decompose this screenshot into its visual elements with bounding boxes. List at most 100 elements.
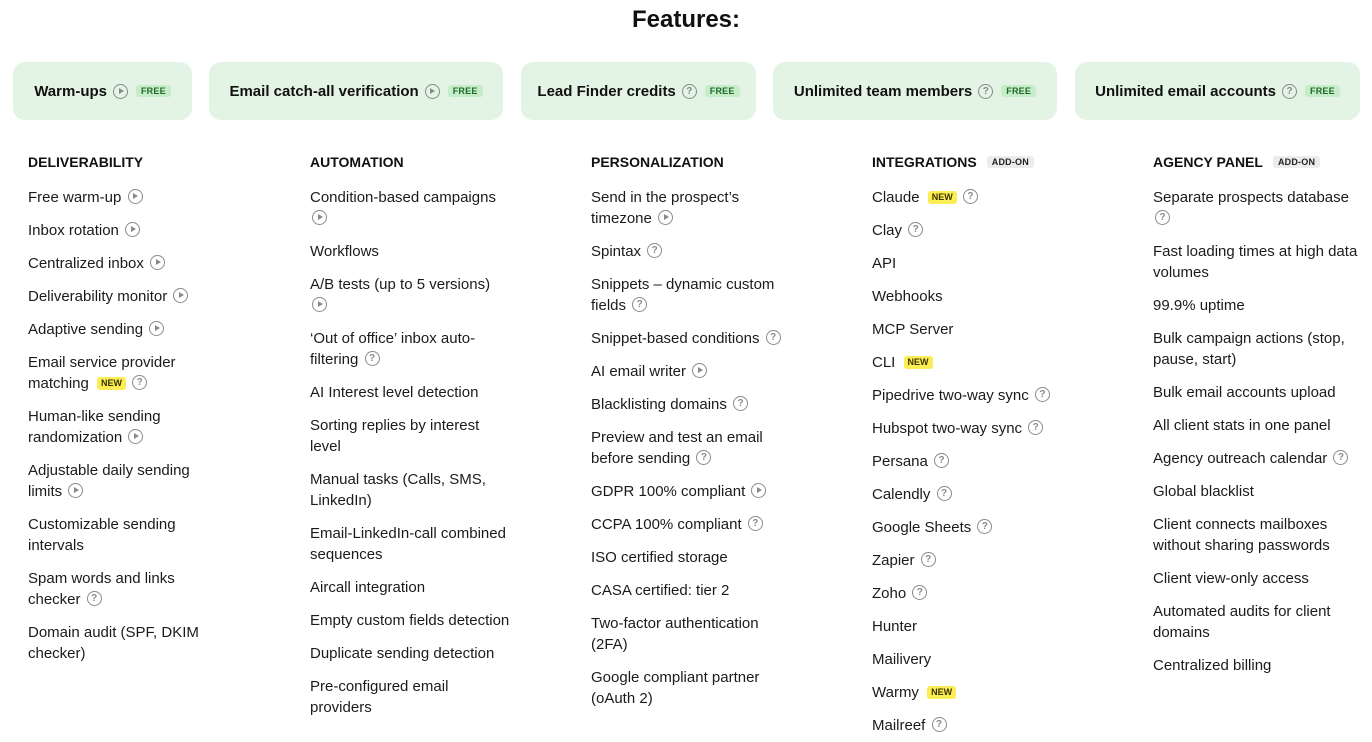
feature-item: Blacklisting domains xyxy=(591,394,791,415)
feature-item: MCP Server xyxy=(872,321,954,338)
feature-item: A/B tests (up to 5 versions) xyxy=(310,274,510,316)
feature-list: Claude NEW Clay API Webhooks MCP Server … xyxy=(872,187,1077,736)
help-icon[interactable] xyxy=(681,83,697,99)
feature-item: Aircall integration xyxy=(310,579,426,596)
free-badge: FREE xyxy=(704,85,740,97)
help-icon[interactable] xyxy=(908,222,924,237)
feature-item: Webhooks xyxy=(872,288,943,305)
feature-item: API xyxy=(872,255,897,272)
pill-unlimited-email-accounts[interactable]: Unlimited email accounts FREE xyxy=(1075,62,1360,120)
feature-item: AI Interest level detection xyxy=(310,384,479,401)
help-icon[interactable] xyxy=(931,717,947,732)
feature-item: Separate prospects database xyxy=(1153,187,1365,229)
help-icon[interactable] xyxy=(86,591,102,606)
help-icon[interactable] xyxy=(765,330,781,345)
column-automation: AUTOMATION Condition-based campaigns Wor… xyxy=(310,154,510,730)
column-heading: AUTOMATION xyxy=(310,154,404,170)
pill-label: Warm-ups xyxy=(34,82,107,100)
help-icon[interactable] xyxy=(934,453,950,468)
help-icon[interactable] xyxy=(696,450,712,465)
feature-item: Snippet-based conditions xyxy=(591,328,791,349)
help-icon[interactable] xyxy=(962,189,978,204)
play-icon[interactable] xyxy=(149,321,165,336)
feature-item: Sorting replies by interest level xyxy=(310,417,480,455)
play-icon[interactable] xyxy=(127,189,143,204)
column-deliverability: DELIVERABILITY Free warm-up Inbox rotati… xyxy=(28,154,213,676)
pill-label: Unlimited email accounts xyxy=(1095,82,1277,100)
help-icon[interactable] xyxy=(1333,450,1349,465)
feature-item: ISO certified storage xyxy=(591,549,728,566)
help-icon[interactable] xyxy=(978,83,994,99)
feature-item: Bulk email accounts upload xyxy=(1153,384,1336,401)
help-icon[interactable] xyxy=(132,375,148,390)
help-icon[interactable] xyxy=(977,519,993,534)
feature-item: Automated audits for client domains xyxy=(1153,603,1331,641)
column-heading: PERSONALIZATION xyxy=(591,154,724,170)
feature-item: Adaptive sending xyxy=(28,319,213,340)
feature-item: Duplicate sending detection xyxy=(310,645,495,662)
feature-item: Client view-only access xyxy=(1153,570,1309,587)
feature-item: Snippets – dynamic custom fields xyxy=(591,274,791,316)
feature-item: Centralized billing xyxy=(1153,657,1272,674)
play-icon[interactable] xyxy=(312,297,327,312)
play-icon[interactable] xyxy=(125,222,141,237)
help-icon[interactable] xyxy=(936,486,952,501)
column-heading: DELIVERABILITY xyxy=(28,154,144,170)
feature-item: Customizable sending intervals xyxy=(28,516,176,554)
play-icon[interactable] xyxy=(751,483,767,498)
feature-item: Clay xyxy=(872,220,1077,241)
help-icon[interactable] xyxy=(747,516,763,531)
new-badge: NEW xyxy=(97,377,127,390)
feature-item: Spintax xyxy=(591,241,791,262)
help-icon[interactable] xyxy=(1155,210,1170,225)
feature-item: Deliverability monitor xyxy=(28,286,213,307)
pill-unlimited-team-members[interactable]: Unlimited team members FREE xyxy=(773,62,1057,120)
feature-item: Human-like sending randomization xyxy=(28,408,161,446)
feature-item: GDPR 100% compliant xyxy=(591,481,791,502)
feature-item: Manual tasks (Calls, SMS, LinkedIn) xyxy=(310,471,486,509)
feature-item: Mailivery xyxy=(872,651,932,668)
pill-lead-finder-credits[interactable]: Lead Finder credits FREE xyxy=(521,62,756,120)
play-icon[interactable] xyxy=(68,483,84,498)
feature-item: Domain audit (SPF, DKIM checker) xyxy=(28,624,199,662)
help-icon[interactable] xyxy=(647,243,663,258)
add-on-badge: ADD-ON xyxy=(986,156,1034,168)
feature-item: Pipedrive two-way sync xyxy=(872,385,1077,406)
feature-item: Inbox rotation xyxy=(28,220,213,241)
column-heading: AGENCY PANEL ADD-ON xyxy=(1153,154,1365,170)
play-icon[interactable] xyxy=(312,210,327,225)
help-icon[interactable] xyxy=(920,552,936,567)
feature-item: Centralized inbox xyxy=(28,253,213,274)
feature-item: Spam words and links checker xyxy=(28,568,213,610)
feature-item: Email-LinkedIn-call combined sequences xyxy=(310,525,506,563)
pill-warm-ups[interactable]: Warm-ups FREE xyxy=(13,62,192,120)
help-icon[interactable] xyxy=(1028,420,1044,435)
feature-item: CASA certified: tier 2 xyxy=(591,582,730,599)
feature-item: Mailreef xyxy=(872,715,1077,736)
feature-item: 99.9% uptime xyxy=(1153,297,1245,314)
pill-label: Lead Finder credits xyxy=(537,82,676,100)
feature-item: CCPA 100% compliant xyxy=(591,514,791,535)
help-icon[interactable] xyxy=(733,396,749,411)
play-icon[interactable] xyxy=(173,288,189,303)
play-icon[interactable] xyxy=(128,429,144,444)
feature-item: Adjustable daily sending limits xyxy=(28,462,190,500)
play-icon[interactable] xyxy=(112,83,128,99)
help-icon[interactable] xyxy=(364,351,380,366)
feature-item: Empty custom fields detection xyxy=(310,612,510,629)
play-icon[interactable] xyxy=(658,210,674,225)
help-icon[interactable] xyxy=(1282,83,1298,99)
help-icon[interactable] xyxy=(1034,387,1050,402)
feature-item: Email service provider matching NEW xyxy=(28,352,213,394)
pill-email-catch-all-verification[interactable]: Email catch-all verification FREE xyxy=(209,62,503,120)
play-icon[interactable] xyxy=(150,255,166,270)
play-icon[interactable] xyxy=(424,83,440,99)
feature-item: Warmy NEW xyxy=(872,682,1077,703)
feature-item: Google compliant partner (oAuth 2) xyxy=(591,669,760,707)
page-title: Features: xyxy=(631,6,741,33)
help-icon[interactable] xyxy=(912,585,928,600)
play-icon[interactable] xyxy=(692,363,708,378)
feature-item: Persana xyxy=(872,451,1077,472)
help-icon[interactable] xyxy=(632,297,648,312)
feature-item: ‘Out of office’ inbox auto-filtering xyxy=(310,328,510,370)
